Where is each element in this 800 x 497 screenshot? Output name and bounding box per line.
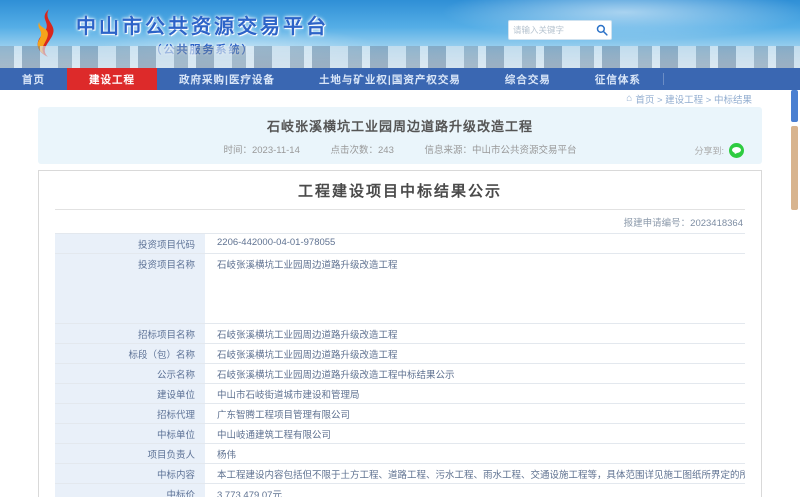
- meta-line: 时间：2023-11-14 点击次数：243 信息来源：中山市公共资源交易平台: [38, 142, 762, 156]
- row-label: 招标项目名称: [55, 324, 205, 343]
- table-row: 公示名称 石岐张溪横坑工业园周边道路升级改造工程中标结果公示: [55, 364, 745, 384]
- main-nav: 首页 建设工程 政府采购|医疗设备 土地与矿业权|国资产权交易 综合交易 征信体…: [0, 68, 800, 90]
- header-buildings-photo: [0, 46, 800, 68]
- row-label: 标段（包）名称: [55, 344, 205, 363]
- row-label: 中标价: [55, 484, 205, 497]
- row-label: 中标单位: [55, 424, 205, 443]
- row-value: 2206-442000-04-01-978055: [205, 234, 745, 253]
- table-row: 建设单位 中山市石岐街道城市建设和管理局: [55, 384, 745, 404]
- table-row: 标段（包）名称 石岐张溪横坑工业园周边道路升级改造工程: [55, 344, 745, 364]
- meta-clicks: 点击次数：243: [331, 145, 394, 156]
- title-card: 石岐张溪横坑工业园周边道路升级改造工程 时间：2023-11-14 点击次数：2…: [38, 107, 762, 164]
- floating-sidebar-tab-bottom[interactable]: [791, 126, 798, 210]
- announcement-card: 工程建设项目中标结果公示 报建申请编号：2023418364 投资项目代码 22…: [38, 170, 762, 497]
- nav-separator: [663, 73, 664, 85]
- nav-item-land-mining[interactable]: 土地与矿业权|国资产权交易: [297, 68, 483, 90]
- nav-item-comprehensive[interactable]: 综合交易: [483, 68, 573, 90]
- row-value: 石岐张溪横坑工业园周边道路升级改造工程: [205, 344, 745, 363]
- meta-source: 信息来源：中山市公共资源交易平台: [425, 145, 577, 156]
- row-value: 石岐张溪横坑工业园周边道路升级改造工程: [205, 254, 745, 323]
- row-label: 建设单位: [55, 384, 205, 403]
- table-row: 招标代理 广东智腾工程项目管理有限公司: [55, 404, 745, 424]
- row-value: 石岐张溪横坑工业园周边道路升级改造工程中标结果公示: [205, 364, 745, 383]
- row-value: 杨伟: [205, 444, 745, 463]
- row-label: 项目负责人: [55, 444, 205, 463]
- row-value: 中山市石岐街道城市建设和管理局: [205, 384, 745, 403]
- row-value: 石岐张溪横坑工业园周边道路升级改造工程: [205, 324, 745, 343]
- share-wrap: 分享到:: [694, 143, 744, 158]
- search-box: [508, 20, 612, 40]
- table-row: 中标价 3,773,479.07元: [55, 484, 745, 497]
- application-number-value: 2023418364: [690, 218, 743, 229]
- table-row: 招标项目名称 石岐张溪横坑工业园周边道路升级改造工程: [55, 324, 745, 344]
- row-value: 3,773,479.07元: [205, 484, 745, 497]
- table-row: 投资项目名称 石岐张溪横坑工业园周边道路升级改造工程: [55, 254, 745, 324]
- application-number-label: 报建申请编号：: [624, 218, 691, 229]
- row-label: 公示名称: [55, 364, 205, 383]
- nav-item-home[interactable]: 首页: [0, 68, 67, 90]
- nav-item-procurement[interactable]: 政府采购|医疗设备: [157, 68, 297, 90]
- page-title: 石岐张溪横坑工业园周边道路升级改造工程: [38, 116, 762, 135]
- meta-time: 时间：2023-11-14: [223, 145, 299, 156]
- home-icon: ⌂: [626, 93, 632, 104]
- share-label: 分享到:: [694, 144, 724, 157]
- table-row: 中标内容 本工程建设内容包括但不限于土方工程、道路工程、污水工程、雨水工程、交通…: [55, 464, 745, 484]
- site-title: 中山市公共资源交易平台: [76, 10, 329, 39]
- table-row: 项目负责人 杨伟: [55, 444, 745, 464]
- row-value: 广东智腾工程项目管理有限公司: [205, 404, 745, 423]
- wechat-share-icon[interactable]: [729, 143, 744, 158]
- row-value: 中山岐通建筑工程有限公司: [205, 424, 745, 443]
- row-label: 招标代理: [55, 404, 205, 423]
- nav-item-construction[interactable]: 建设工程: [67, 68, 157, 90]
- row-label: 投资项目代码: [55, 234, 205, 253]
- breadcrumb-text[interactable]: 首页 > 建设工程 > 中标结果: [635, 92, 752, 106]
- nav-item-credit[interactable]: 征信体系: [573, 68, 663, 90]
- row-label: 投资项目名称: [55, 254, 205, 323]
- search-button[interactable]: [593, 21, 611, 39]
- row-label: 中标内容: [55, 464, 205, 483]
- search-icon: [596, 24, 608, 36]
- application-number: 报建申请编号：2023418364: [55, 210, 745, 233]
- search-input[interactable]: [509, 25, 593, 35]
- row-value: 本工程建设内容包括但不限于土方工程、道路工程、污水工程、雨水工程、交通设施工程等…: [205, 464, 745, 483]
- bid-result-table: 投资项目代码 2206-442000-04-01-978055 投资项目名称 石…: [55, 233, 745, 497]
- announcement-heading: 工程建设项目中标结果公示: [55, 171, 745, 210]
- breadcrumb: ⌂ 首页 > 建设工程 > 中标结果: [0, 90, 800, 107]
- table-row: 投资项目代码 2206-442000-04-01-978055: [55, 234, 745, 254]
- header-banner: 中山市公共资源交易平台 （公共服务系统）: [0, 0, 800, 68]
- table-row: 中标单位 中山岐通建筑工程有限公司: [55, 424, 745, 444]
- floating-sidebar-tab-top[interactable]: [791, 90, 798, 122]
